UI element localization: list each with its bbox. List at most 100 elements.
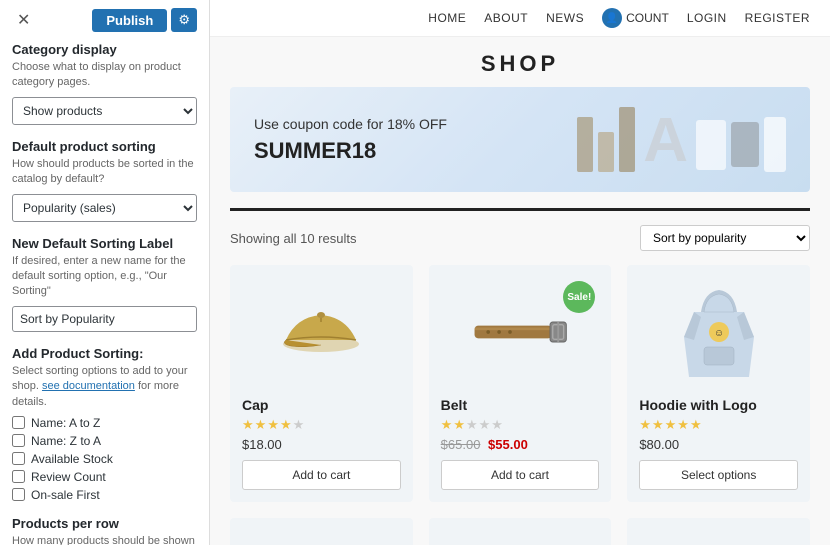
product-stars-hoodie: ★ ★ ★ ★ ★ <box>639 417 798 433</box>
product-name-cap: Cap <box>242 397 401 413</box>
shop-divider <box>230 208 810 211</box>
add-to-cart-belt[interactable]: Add to cart <box>441 460 600 490</box>
sort-option-name-za[interactable]: Name: Z to A <box>12 434 197 448</box>
product-stars-belt: ★ ★ ★ ★ ★ <box>441 417 600 433</box>
sort-checkbox-onsale[interactable] <box>12 488 25 501</box>
product-price-belt: $65.00 $55.00 <box>441 437 600 452</box>
product-name-belt: Belt <box>441 397 600 413</box>
banner-coupon-text: Use coupon code for 18% OFF <box>254 116 447 132</box>
banner-letter-a: A <box>643 110 688 172</box>
documentation-link[interactable]: see documentation <box>42 380 135 392</box>
sort-checkbox-name-az[interactable] <box>12 416 25 429</box>
svg-text:☺: ☺ <box>714 328 724 339</box>
shop-title: SHOP <box>230 37 810 87</box>
products-per-row-section: Products per row How many products shoul… <box>12 516 197 545</box>
star-3: ★ <box>466 417 478 433</box>
sort-option-on-sale[interactable]: On-sale First <box>12 488 197 502</box>
product-price-hoodie: $80.00 <box>639 437 798 452</box>
banner-coupon-code: SUMMER18 <box>254 138 447 164</box>
default-sorting-section: Default product sorting How should produ… <box>12 139 197 222</box>
gear-button[interactable]: ⚙ <box>171 8 197 32</box>
partial-product-3 <box>627 518 810 545</box>
nav-about[interactable]: ABOUT <box>484 11 528 25</box>
sort-option-review-count[interactable]: Review Count <box>12 470 197 484</box>
sort-option-name-az[interactable]: Name: A to Z <box>12 416 197 430</box>
banner-text: Use coupon code for 18% OFF SUMMER18 <box>254 116 447 164</box>
star-4: ★ <box>677 417 689 433</box>
partial-product-1 <box>230 518 413 545</box>
hoodie-svg: ☺ <box>679 282 759 382</box>
star-4: ★ <box>479 417 491 433</box>
products-per-row-desc: How many products should be shown per ro… <box>12 534 197 545</box>
sort-checkbox-review[interactable] <box>12 470 25 483</box>
sorting-label-title: New Default Sorting Label <box>12 236 197 251</box>
products-per-row-title: Products per row <box>12 516 197 531</box>
product-stars-cap: ★ ★ ★ ★ ★ <box>242 417 401 433</box>
nav-account[interactable]: 👤 COUNT <box>602 8 669 28</box>
product-grid-partial <box>230 518 810 545</box>
product-card-belt: Sale! Belt <box>429 265 612 502</box>
banner-dark-box <box>731 122 759 167</box>
sorting-label-input[interactable] <box>12 306 197 332</box>
sort-option-available-stock[interactable]: Available Stock <box>12 452 197 466</box>
product-image-cap <box>242 277 401 387</box>
results-count: Showing all 10 results <box>230 231 356 246</box>
add-sorting-desc: Select sorting options to add to your sh… <box>12 364 197 410</box>
banner-decoration: A <box>577 107 786 172</box>
sorting-label-desc: If desired, enter a new name for the def… <box>12 254 197 300</box>
top-bar: ✕ Publish ⚙ <box>12 8 197 32</box>
star-4: ★ <box>280 417 292 433</box>
cap-svg <box>276 297 366 367</box>
star-3: ★ <box>267 417 279 433</box>
site-nav: HOME ABOUT NEWS 👤 COUNT LOGIN REGISTER <box>210 0 830 37</box>
left-panel: ✕ Publish ⚙ Category display Choose what… <box>0 0 210 545</box>
right-panel: HOME ABOUT NEWS 👤 COUNT LOGIN REGISTER S… <box>210 0 830 545</box>
banner-box-3 <box>619 107 635 172</box>
account-icon: 👤 <box>602 8 622 28</box>
add-sorting-title: Add Product Sorting: <box>12 346 197 361</box>
banner-white-cylinder <box>696 120 726 170</box>
star-1: ★ <box>441 417 453 433</box>
star-2: ★ <box>652 417 664 433</box>
promo-banner: Use coupon code for 18% OFF SUMMER18 A <box>230 87 810 192</box>
add-sorting-section: Add Product Sorting: Select sorting opti… <box>12 346 197 502</box>
shop-toolbar: Showing all 10 results Sort by popularit… <box>230 225 810 251</box>
star-1: ★ <box>639 417 651 433</box>
sort-checkbox-stock[interactable] <box>12 452 25 465</box>
product-card-cap: Cap ★ ★ ★ ★ ★ $18.00 Add to cart <box>230 265 413 502</box>
sorting-label-section: New Default Sorting Label If desired, en… <box>12 236 197 332</box>
nav-login[interactable]: LOGIN <box>687 11 727 25</box>
star-5: ★ <box>690 417 702 433</box>
publish-button[interactable]: Publish <box>92 9 167 32</box>
category-display-title: Category display <box>12 42 197 57</box>
nav-count[interactable]: COUNT <box>626 11 669 25</box>
star-5: ★ <box>293 417 305 433</box>
close-button[interactable]: ✕ <box>12 8 35 32</box>
default-sorting-desc: How should products be sorted in the cat… <box>12 157 197 188</box>
category-display-desc: Choose what to display on product catego… <box>12 60 197 91</box>
default-sorting-select[interactable]: Popularity (sales) Average rating Latest… <box>12 194 197 222</box>
banner-box-1 <box>577 117 593 172</box>
category-display-section: Category display Choose what to display … <box>12 42 197 125</box>
sort-checkbox-name-za[interactable] <box>12 434 25 447</box>
select-options-hoodie[interactable]: Select options <box>639 460 798 490</box>
nav-news[interactable]: NEWS <box>546 11 584 25</box>
add-to-cart-cap[interactable]: Add to cart <box>242 460 401 490</box>
product-name-hoodie: Hoodie with Logo <box>639 397 798 413</box>
banner-box-2 <box>598 132 614 172</box>
star-3: ★ <box>665 417 677 433</box>
product-image-hoodie: ☺ <box>639 277 798 387</box>
publish-group: Publish ⚙ <box>92 8 197 32</box>
product-image-belt: Sale! <box>441 277 600 387</box>
sort-select[interactable]: Sort by popularity Sort by latest Sort b… <box>640 225 810 251</box>
star-1: ★ <box>242 417 254 433</box>
default-sorting-title: Default product sorting <box>12 139 197 154</box>
category-display-select[interactable]: Show products Show subcategories Show bo… <box>12 97 197 125</box>
product-card-hoodie: ☺ Hoodie with Logo ★ ★ ★ ★ ★ $80.00 Sele… <box>627 265 810 502</box>
banner-white-box <box>764 117 786 172</box>
star-5: ★ <box>491 417 503 433</box>
product-grid: Cap ★ ★ ★ ★ ★ $18.00 Add to cart Sale! <box>230 265 810 502</box>
nav-home[interactable]: HOME <box>428 11 466 25</box>
nav-register[interactable]: REGISTER <box>745 11 810 25</box>
belt-svg <box>470 307 570 357</box>
